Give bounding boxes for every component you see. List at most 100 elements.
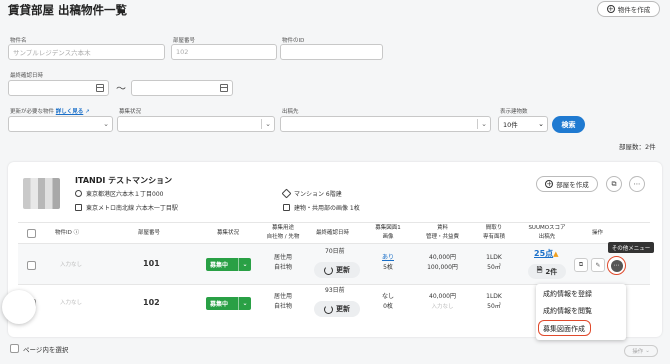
refresh-label: 更新	[336, 266, 350, 274]
header-suumo: SUUMOスコア 出稿先	[528, 225, 566, 240]
header-floor-plan: 募集図面1 画像	[375, 225, 401, 240]
floor-plan-link[interactable]: あり	[379, 253, 397, 263]
row-rent: 40,000円 100,000円	[427, 254, 458, 271]
operation-select[interactable]: 操作 ⌄	[624, 345, 658, 357]
select-page-checkbox[interactable]	[10, 344, 19, 353]
menu-item-create-floor-plan[interactable]: 募集図面作成	[543, 324, 585, 334]
status-select[interactable]: 募集中 ⌄	[206, 297, 251, 310]
recruit-status-select[interactable]: ⌄	[117, 116, 275, 132]
recruit-status-label: 募集状況	[119, 109, 142, 115]
edit-icon: ✎	[595, 261, 601, 269]
more-menu-button[interactable]: ⋯	[607, 256, 626, 275]
date-to-input[interactable]	[131, 80, 233, 96]
room-number-placeholder: 102	[176, 48, 189, 56]
document-icon: 🗎	[536, 266, 543, 274]
image-icon	[283, 204, 290, 211]
select-all-checkbox[interactable]	[27, 229, 36, 238]
building-images: 建物・共用部の画像 1枚	[283, 203, 360, 212]
chevron-down-icon: ⌄	[238, 297, 251, 310]
date-from-input[interactable]	[8, 80, 109, 96]
create-property-label: 物件を作成	[617, 6, 651, 14]
property-name-label: 物件名	[10, 38, 27, 44]
operation-label: 操作	[632, 349, 644, 355]
external-edit-icon: ⧉	[578, 261, 584, 268]
publish-to-select[interactable]: ⌄	[280, 116, 491, 132]
refresh-icon	[324, 265, 333, 275]
property-id-label: 物件のID	[282, 38, 305, 44]
row-property-id: 入力なし	[60, 262, 83, 268]
last-confirmed-label: 最終確認日時	[10, 73, 44, 79]
row-layout: 1LDK 50㎡	[486, 254, 502, 271]
add-room-button[interactable]: + 部屋を作成	[536, 176, 598, 192]
search-button[interactable]: 検索	[552, 116, 585, 133]
building-image	[23, 178, 60, 209]
publish-count-button[interactable]: 🗎 2件	[528, 264, 566, 279]
header-last-confirmed: 最終確認日時	[316, 230, 350, 236]
page-title: 賃貸部屋 出稿物件一覧	[8, 3, 128, 17]
header-room-number: 部屋番号	[138, 230, 161, 236]
row-usage: 居住用 自社物	[273, 254, 292, 271]
layers-icon	[281, 188, 292, 199]
note-button[interactable]: ✎	[591, 258, 605, 272]
header-rent: 賃料 管理・共益費	[425, 225, 459, 240]
property-more-button[interactable]: ⋯	[629, 176, 645, 192]
chevron-down-icon: ⌄	[645, 348, 650, 354]
info-icon: ⓘ	[73, 230, 80, 236]
room-count: 部屋数：2件	[619, 143, 656, 151]
header-property-id: 物件ID ⓘ	[55, 230, 80, 236]
details-link[interactable]: 詳しく見る	[56, 109, 84, 115]
refresh-icon	[324, 304, 333, 314]
property-address: 東京都港区六本木１丁目000	[75, 189, 163, 198]
property-station: 東京メトロ南北線 六本木一丁目駅	[75, 203, 178, 212]
edit-room-button[interactable]: ⧉	[574, 258, 588, 272]
row-checkbox[interactable]	[27, 261, 36, 270]
row-usage: 居住用 自社物	[273, 293, 292, 310]
plus-icon: +	[545, 179, 554, 188]
external-link-icon: ↗	[85, 109, 90, 115]
range-separator: 〜	[116, 84, 126, 95]
external-edit-icon: ⧉	[611, 179, 617, 188]
location-pin-icon	[75, 190, 82, 197]
header-usage: 募集用途 自社物 / 先物	[266, 225, 300, 240]
row-layout: 1LDK 50㎡	[486, 293, 502, 310]
display-count-label: 表示建物数	[500, 109, 528, 115]
address-text: 東京都港区六本木１丁目000	[86, 191, 164, 198]
row-room-number[interactable]: 102	[143, 298, 160, 308]
property-name: ITANDI テストマンション	[75, 176, 173, 185]
create-property-button[interactable]: + 物件を作成	[597, 1, 660, 17]
room-number-input[interactable]: 102	[171, 44, 277, 60]
property-name-input[interactable]: サンプルレジデンス六本木	[8, 44, 165, 60]
chevron-down-icon: ⌄	[481, 120, 487, 128]
menu-item-view-contract[interactable]: 成約情報を閲覧	[543, 306, 592, 316]
station-text: 東京メトロ南北線 六本木一丁目駅	[86, 205, 178, 212]
room-number-label: 部屋番号	[173, 38, 196, 44]
row-days-ago: 93日前	[325, 287, 345, 294]
status-select[interactable]: 募集中 ⌄	[206, 258, 251, 271]
chevron-down-icon: ⌄	[238, 258, 251, 271]
display-count-select[interactable]: 10件 ⌄	[498, 116, 548, 132]
update-needed-label: 更新が必要な物件 詳しく見る ↗	[10, 109, 90, 115]
row-property-id: 入力なし	[60, 300, 83, 306]
plus-icon: +	[606, 4, 615, 13]
header-layout: 間取り 専有面積	[482, 225, 505, 240]
suumo-score[interactable]: 25点▲	[534, 248, 559, 259]
images-text: 建物・共用部の画像 1枚	[294, 205, 360, 212]
building-type: マンション 6階建	[281, 188, 342, 199]
publish-count-label: 2件	[545, 267, 558, 276]
train-icon	[75, 204, 82, 211]
select-page-label: ページ内を選択	[23, 346, 69, 354]
row-rent: 40,000円 入力なし	[429, 293, 456, 310]
floating-action-button[interactable]	[2, 290, 36, 324]
refresh-button[interactable]: 更新	[314, 262, 360, 278]
display-count-value: 10件	[503, 121, 518, 129]
menu-item-register-contract[interactable]: 成約情報を登録	[543, 289, 592, 299]
refresh-label: 更新	[336, 305, 350, 313]
property-id-input[interactable]	[280, 44, 383, 60]
chevron-down-icon: ⌄	[103, 120, 109, 128]
edit-property-button[interactable]: ⧉	[606, 176, 622, 192]
refresh-button[interactable]: 更新	[314, 301, 360, 317]
row-days-ago: 70日前	[325, 248, 345, 255]
header-actions: 操作	[592, 230, 604, 236]
update-needed-select[interactable]: ⌄	[8, 116, 113, 132]
row-room-number[interactable]: 101	[143, 259, 160, 269]
